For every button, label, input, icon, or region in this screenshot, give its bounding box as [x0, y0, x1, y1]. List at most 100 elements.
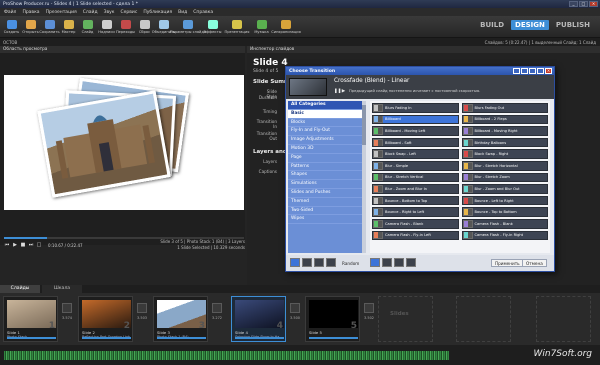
- rewind-icon[interactable]: ⏮: [4, 242, 10, 248]
- transition-icon[interactable]: 3.500: [290, 303, 300, 320]
- toolbar-button[interactable]: Сброс: [135, 16, 154, 38]
- toolbar-button[interactable]: Переходы: [116, 16, 135, 38]
- build-mode-button[interactable]: BUILD: [476, 20, 508, 30]
- toolbar-button[interactable]: Синхронизация: [271, 16, 301, 38]
- transition-item[interactable]: Camera Flash - Blank: [461, 218, 548, 229]
- menu-item-slide[interactable]: Слайд: [83, 10, 98, 15]
- category-item[interactable]: All Categories: [288, 101, 362, 110]
- cancel-button[interactable]: Отмена: [522, 259, 547, 267]
- empty-slide-slot[interactable]: [536, 296, 591, 342]
- transition-item[interactable]: Billboard - Moving Left: [372, 126, 459, 136]
- category-item[interactable]: Blocks: [288, 119, 362, 128]
- menu-item-edit[interactable]: Правка: [22, 10, 39, 15]
- transition-item[interactable]: Bounce - Top to Bottom: [461, 207, 548, 217]
- dialog-title-bar[interactable]: Choose Transition ×: [286, 67, 554, 75]
- transition-item[interactable]: Birthday Balloons: [461, 137, 548, 148]
- pause-icon[interactable]: ❚❚: [334, 89, 342, 94]
- apply-button[interactable]: Применить: [491, 259, 524, 267]
- slide-thumbnail[interactable]: 4Slide 4Spinning Slide Show In Ha...: [231, 296, 286, 342]
- transition-item[interactable]: Billboard: [372, 114, 459, 125]
- slide-thumbnail[interactable]: 1Slide 1Photo Stack: [3, 296, 58, 342]
- category-item[interactable]: Themed: [288, 198, 362, 207]
- toolbar-button[interactable]: Надписи: [97, 16, 116, 38]
- dialog-close-button[interactable]: ×: [545, 68, 552, 74]
- transition-item[interactable]: Blurs Fading In: [372, 103, 459, 113]
- toolbar-button[interactable]: Презентация: [222, 16, 252, 38]
- transition-icon[interactable]: 3.272: [212, 303, 222, 320]
- slide-thumbnail[interactable]: 2Slide 2Reflection Part Growing Light: [78, 296, 133, 342]
- category-item[interactable]: Image Adjustments: [288, 136, 362, 145]
- dialog-button-2[interactable]: [521, 68, 528, 74]
- empty-slide-slot[interactable]: [378, 296, 433, 342]
- transition-icon[interactable]: 3.574: [62, 303, 72, 320]
- forward-icon[interactable]: ⏭: [28, 242, 34, 248]
- category-item[interactable]: Slides and Pushes: [288, 189, 362, 198]
- slide-thumbnail[interactable]: 3Slide 3Photo Stack 1 (B4): [153, 296, 208, 342]
- transition-item[interactable]: Blur - Stretch Horizontal: [461, 160, 548, 171]
- transition-item[interactable]: Billboard - 2 Fleps: [461, 114, 548, 125]
- transition-item[interactable]: Billboard - Moving Right: [461, 126, 548, 136]
- category-item[interactable]: Shapes: [288, 171, 362, 181]
- transition-icon[interactable]: 3.502: [364, 303, 374, 320]
- filter-chip[interactable]: [382, 258, 392, 267]
- slide-thumbnail[interactable]: 5 Slide 5: [305, 296, 360, 342]
- minimize-button[interactable]: _: [569, 1, 578, 7]
- toolbar-button[interactable]: Объединить: [152, 16, 175, 38]
- maximize-button[interactable]: □: [579, 1, 588, 7]
- transition-item[interactable]: Blur - Zoom and Blur In: [372, 184, 459, 194]
- filter-chip[interactable]: [394, 258, 404, 267]
- category-item[interactable]: Simulations: [288, 180, 362, 189]
- fullscreen-icon[interactable]: □: [36, 242, 42, 248]
- filter-chip[interactable]: [370, 258, 380, 267]
- category-item[interactable]: Motion 3D: [288, 145, 362, 154]
- tab-timeline[interactable]: Шкала: [42, 285, 82, 293]
- transition-item[interactable]: Blur - Stretch Vertical: [372, 172, 459, 183]
- audio-waveform[interactable]: [4, 351, 449, 360]
- menu-item-tools[interactable]: Сервис: [121, 10, 138, 15]
- transition-item[interactable]: Camera Flash - Fly-in Left: [372, 230, 459, 241]
- category-item[interactable]: Patterns: [288, 163, 362, 172]
- category-item[interactable]: Wipes: [288, 215, 362, 225]
- transition-item[interactable]: Camera Flash - Blank: [372, 218, 459, 229]
- transition-item[interactable]: Bounce - Right to Left: [372, 207, 459, 217]
- menu-item-audio[interactable]: Звук: [104, 10, 115, 15]
- transition-item[interactable]: Blur - Zoom and Blur Out: [461, 184, 548, 194]
- transition-item[interactable]: Bounce - Left to Right: [461, 195, 548, 206]
- category-item[interactable]: Page: [288, 154, 362, 163]
- filter-chip[interactable]: [290, 258, 300, 267]
- transition-item[interactable]: Blur - Stretch Zoom: [461, 172, 548, 183]
- transition-item[interactable]: Camera Flash - Fly-in Right: [461, 230, 548, 241]
- toolbar-button[interactable]: Мастер: [59, 16, 78, 38]
- toolbar-button[interactable]: Создать: [2, 16, 21, 38]
- transition-item[interactable]: Blurs Fading Out: [461, 103, 548, 113]
- category-item[interactable]: Basic: [288, 109, 362, 119]
- menu-item-presentation[interactable]: Презентация: [46, 10, 77, 15]
- menu-item-file[interactable]: Файл: [4, 10, 16, 15]
- dialog-button-1[interactable]: [513, 68, 520, 74]
- toolbar-button[interactable]: Открыть: [21, 16, 40, 38]
- transition-item[interactable]: Block Swap - Left: [372, 149, 459, 159]
- transition-item[interactable]: Bounce - Bottom to Top: [372, 195, 459, 206]
- toolbar-button[interactable]: Сохранить: [39, 16, 60, 38]
- menu-item-help[interactable]: Справка: [193, 10, 213, 15]
- filter-chip[interactable]: [326, 258, 336, 267]
- play-icon[interactable]: ▶: [341, 89, 346, 94]
- empty-slide-slot[interactable]: [456, 296, 511, 342]
- menu-item-view[interactable]: Вид: [178, 10, 187, 15]
- toolbar-button[interactable]: Параметры слайда: [170, 16, 206, 38]
- category-scrollbar[interactable]: [362, 101, 366, 253]
- close-button[interactable]: ×: [589, 1, 598, 7]
- publish-mode-button[interactable]: PUBLISH: [552, 20, 594, 30]
- transition-item[interactable]: Billboard - Soft: [372, 137, 459, 148]
- category-item[interactable]: Fly-In and Fly-Out: [288, 127, 362, 137]
- filter-chip[interactable]: [406, 258, 416, 267]
- menu-item-publish[interactable]: Публикация: [143, 10, 172, 15]
- stop-icon[interactable]: ■: [20, 242, 26, 248]
- dialog-button-4[interactable]: [537, 68, 544, 74]
- design-mode-button[interactable]: DESIGN: [511, 20, 549, 30]
- filter-chip[interactable]: [302, 258, 312, 267]
- toolbar-button[interactable]: Слайд: [78, 16, 97, 38]
- filter-chip[interactable]: [314, 258, 324, 267]
- tab-slides[interactable]: Слайды: [0, 285, 40, 293]
- transition-item[interactable]: Block Swap - Right: [461, 149, 548, 159]
